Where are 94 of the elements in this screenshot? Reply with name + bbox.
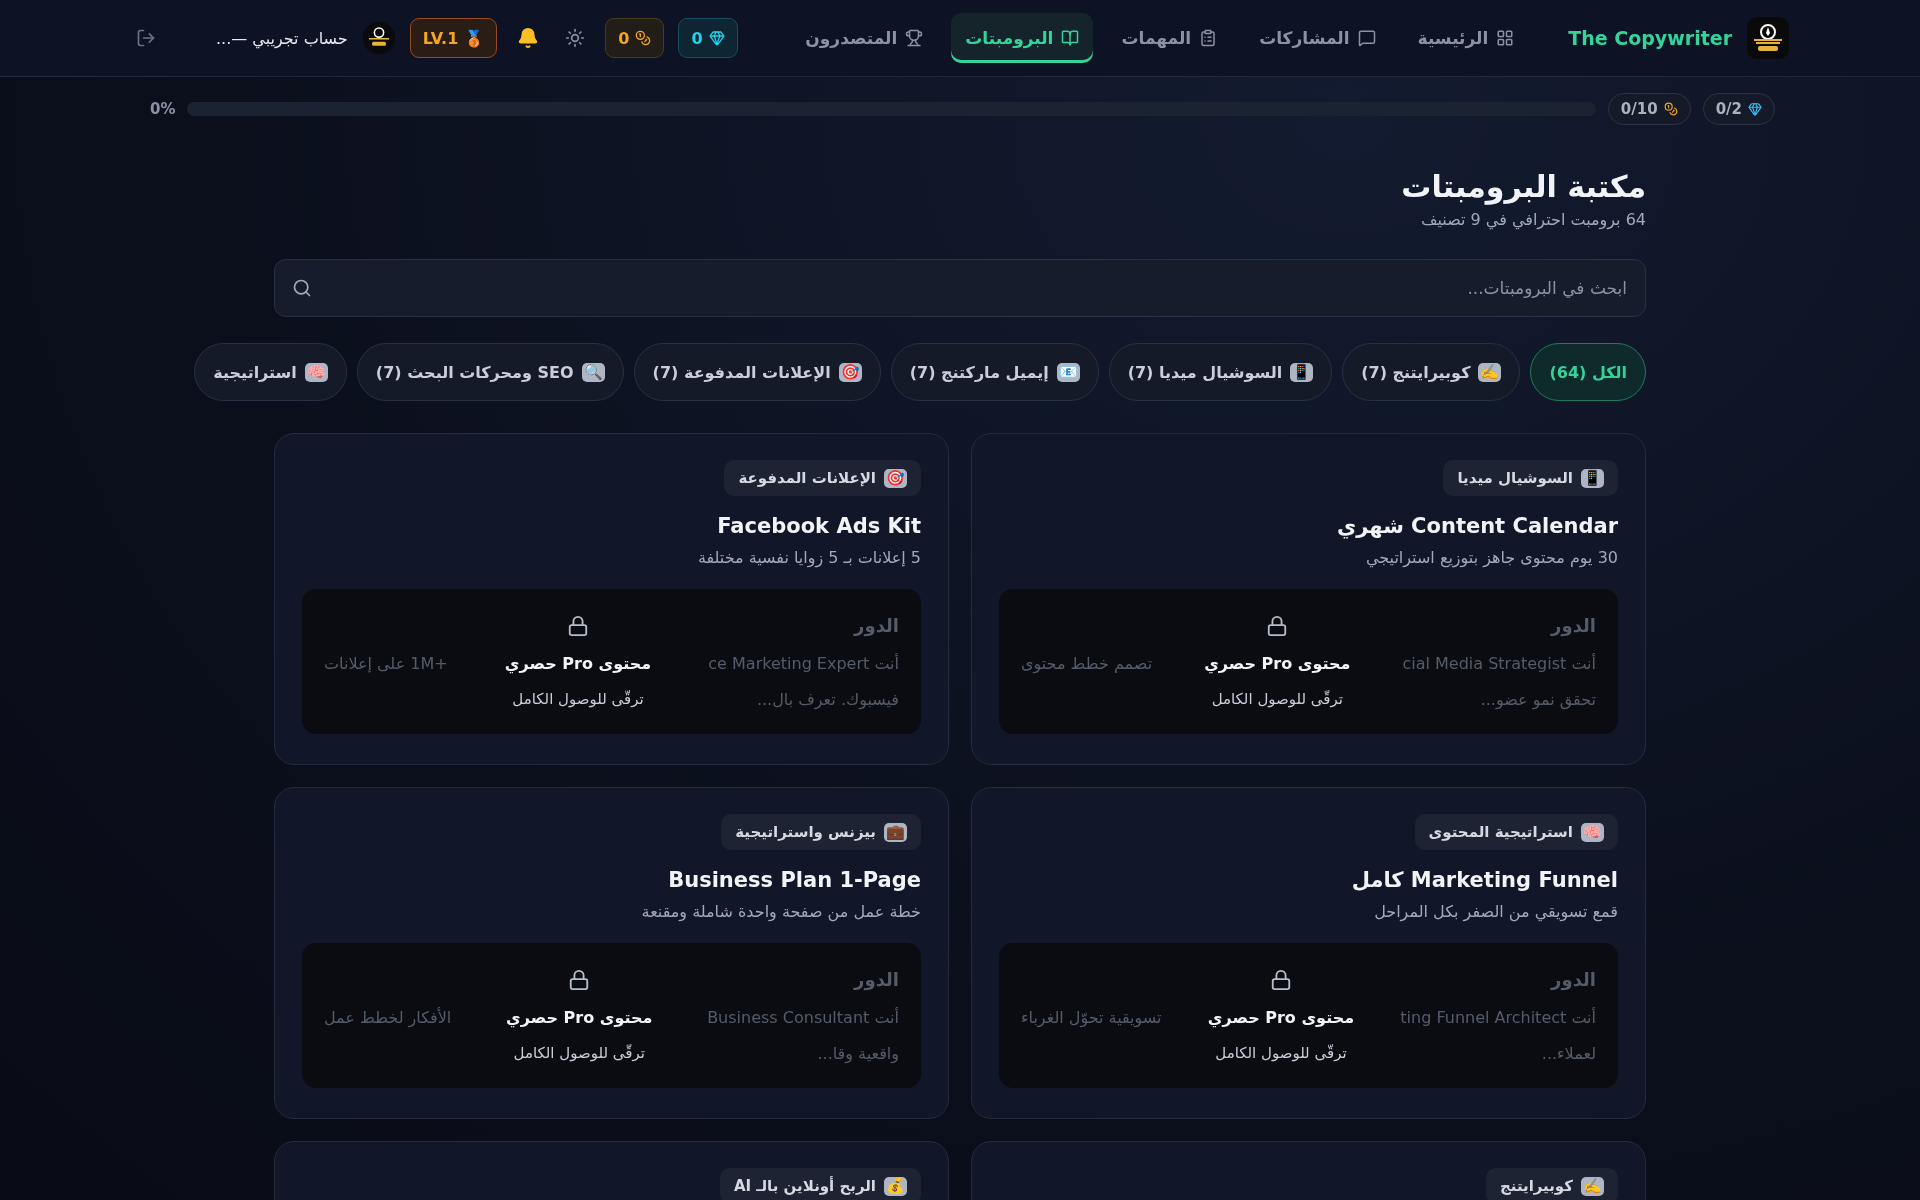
- category-tag: 💰 الربح أونلاين بالـ AI: [719, 1168, 921, 1200]
- gem-icon: [708, 30, 725, 46]
- preview-text: لعملاء...: [1541, 1043, 1596, 1063]
- category-emoji-icon: 📱: [1290, 362, 1314, 382]
- nav-tab[interactable]: المهمات: [1107, 13, 1232, 63]
- card-description: قمع تسويقي من الصفر بكل المراحل: [1374, 902, 1618, 921]
- nav-tab[interactable]: المشاركات: [1245, 13, 1390, 63]
- lock-title: محتوى Pro حصري: [504, 653, 652, 673]
- coins-icon: [1663, 102, 1678, 116]
- gems-count: 0/2: [1702, 93, 1775, 125]
- trophy-icon: [905, 29, 924, 47]
- card-title: Content Calendar شهري: [1336, 514, 1618, 538]
- role-label: الدور: [1551, 615, 1596, 636]
- category-tag: 🎯 الإعلانات المدفوعة: [724, 460, 921, 496]
- avatar-icon: [361, 21, 396, 55]
- card-description: 5 إعلانات بـ 5 زوايا نفسية مختلفة: [697, 548, 921, 567]
- tag-emoji-icon: 💰: [884, 1176, 907, 1196]
- lock-icon: [568, 968, 591, 991]
- category-emoji-icon: 🧠: [304, 362, 328, 382]
- preview-text: تصمم خطط محتوى: [1021, 653, 1153, 673]
- nav-tab[interactable]: المتصدرون: [791, 13, 938, 63]
- tag-emoji-icon: 📱: [1581, 468, 1604, 488]
- prompt-card[interactable]: ✍ كوبيرايتنج: [971, 1141, 1646, 1200]
- lock-subtitle: ترقّى للوصول الكامل: [513, 1044, 645, 1062]
- gems-counter: 0: [678, 18, 738, 58]
- tag-emoji-icon: 💼: [884, 822, 907, 842]
- category-chip[interactable]: 📱 السوشيال ميديا (7): [1108, 343, 1333, 401]
- logo-icon: [1746, 16, 1790, 60]
- category-chip[interactable]: 🧠 استراتيجية: [194, 343, 347, 401]
- card-description: خطة عمل من صفحة واحدة شاملة ومقنعة: [641, 902, 921, 921]
- chat-icon: [1357, 29, 1376, 47]
- prompt-card[interactable]: 📱 السوشيال ميديا Content Calendar شهري 30 يوم محتوى جاهز بتوزيع استراتيجي الدور أنت cial Media Strategist تصمم خطط محتوى تحقق نمو عضو... محتوى Pro حصري ترقّى للوصول الكامل: [971, 433, 1646, 765]
- brand-name: The Copywriter: [1568, 27, 1732, 49]
- preview-text: فيسبوك. تعرف بال...: [756, 689, 899, 709]
- category-emoji-icon: ✍: [1478, 362, 1502, 382]
- search-icon: [292, 278, 312, 298]
- preview-text: الأفكار لخطط عمل: [324, 1007, 452, 1027]
- nav-tab[interactable]: الرئيسية: [1403, 13, 1529, 63]
- role-label: الدور: [854, 969, 899, 990]
- card-description: 30 يوم محتوى جاهز بتوزيع استراتيجي: [1365, 548, 1618, 567]
- preview-text: أنت Business Consultant: [707, 1007, 899, 1027]
- category-emoji-icon: 🔍: [581, 362, 605, 382]
- lock-icon: [567, 614, 589, 637]
- prompt-card[interactable]: 💰 الربح أونلاين بالـ AI: [274, 1141, 949, 1200]
- grid-icon: [1496, 29, 1515, 47]
- preview-text: تسويقية تحوّل الغرباء: [1021, 1007, 1162, 1027]
- category-chip[interactable]: 🎯 الإعلانات المدفوعة (7): [633, 343, 881, 401]
- lock-title: محتوى Pro حصري: [1204, 653, 1351, 673]
- clipboard-icon: [1199, 29, 1218, 47]
- preview-text: أنت ting Funnel Architect: [1400, 1007, 1596, 1027]
- book-icon: [1061, 29, 1080, 47]
- tag-emoji-icon: 🎯: [884, 468, 907, 488]
- gem-icon: [1748, 102, 1762, 116]
- card-title: Facebook Ads Kit: [717, 514, 921, 538]
- role-label: الدور: [1551, 969, 1596, 990]
- lock-subtitle: ترقّى للوصول الكامل: [1215, 1044, 1347, 1062]
- level-badge: 🥉 LV.1: [409, 18, 498, 58]
- card-title: Marketing Funnel كامل: [1351, 868, 1618, 892]
- preview-text: تحقق نمو عضو...: [1480, 689, 1596, 709]
- category-tag: 📱 السوشيال ميديا: [1443, 460, 1618, 496]
- tag-emoji-icon: ✍: [1581, 1176, 1604, 1196]
- progress-percent: 0%: [150, 100, 176, 118]
- lock-title: محتوى Pro حصري: [1207, 1007, 1355, 1027]
- role-label: الدور: [854, 615, 899, 636]
- page-title: مكتبة البرومبتات: [1400, 169, 1646, 204]
- coins-icon: [635, 30, 652, 46]
- category-chip[interactable]: 🔍 SEO ومحركات البحث (7): [356, 343, 624, 401]
- category-emoji-icon: 🎯: [838, 362, 862, 382]
- tag-emoji-icon: 🧠: [1581, 822, 1604, 842]
- lock-icon: [1269, 968, 1292, 991]
- search-field[interactable]: ابحث في البرومبتات...: [274, 259, 1646, 317]
- medal-icon: 🥉: [464, 28, 485, 48]
- preview-text: أنت cial Media Strategist: [1402, 653, 1596, 673]
- category-chip[interactable]: ✍ كوبيرايتنج (7): [1342, 343, 1521, 401]
- prompt-card[interactable]: 🧠 استراتيجية المحتوى Marketing Funnel كامل قمع تسويقي من الصفر بكل المراحل الدور أنت ting Funnel Architect تسويقية تحوّل الغرباء لعملاء... محتوى Pro حصري ترقّى للوصول الكامل: [971, 787, 1646, 1119]
- lock-subtitle: ترقّى للوصول الكامل: [512, 690, 644, 708]
- category-chip[interactable]: 📧 إيميل ماركتنج (7): [890, 343, 1099, 401]
- category-emoji-icon: 📧: [1056, 362, 1080, 382]
- nav-tab[interactable]: البرومبتات: [951, 13, 1094, 63]
- preview-text: واقعية وقا...: [817, 1043, 899, 1063]
- user-name[interactable]: حساب تجريبي —...: [216, 28, 348, 48]
- coins-counter: 0: [605, 18, 665, 58]
- category-tag: 🧠 استراتيجية المحتوى: [1414, 814, 1618, 850]
- category-tag: ✍ كوبيرايتنج: [1485, 1168, 1618, 1200]
- page-subtitle: 64 برومبت احترافي في 9 تصنيف: [1419, 210, 1646, 229]
- preview-text: +1M على إعلانات: [324, 653, 448, 673]
- coins-count: 0/10: [1607, 93, 1691, 125]
- card-title: Business Plan 1-Page: [668, 868, 921, 892]
- category-tag: 💼 بيزنس واستراتيجية: [721, 814, 921, 850]
- preview-text: أنت ce Marketing Expert: [708, 653, 899, 673]
- lock-title: محتوى Pro حصري: [506, 1007, 653, 1027]
- category-chip[interactable]: الكل (64): [1530, 343, 1646, 401]
- lock-subtitle: ترقّى للوصول الكامل: [1211, 690, 1343, 708]
- lock-icon: [1266, 614, 1289, 637]
